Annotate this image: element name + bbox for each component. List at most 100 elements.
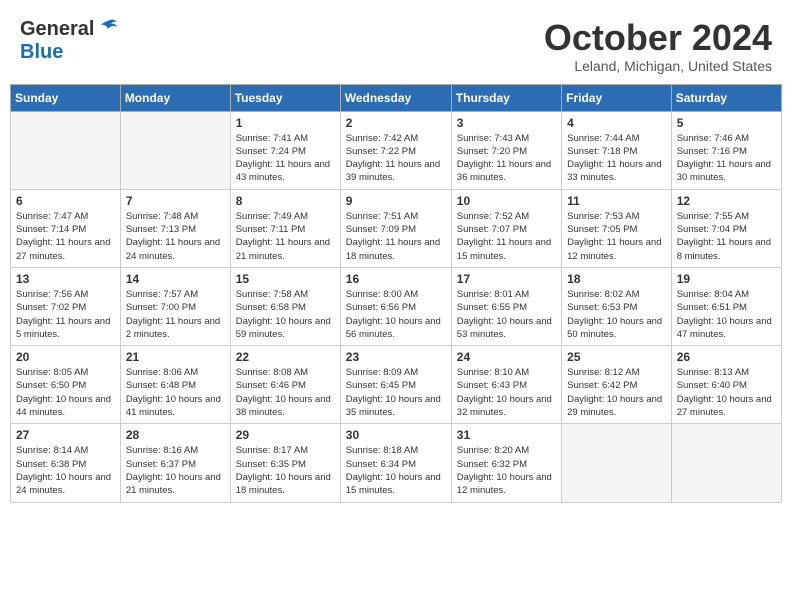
calendar-day-cell: 22 Sunrise: 8:08 AM Sunset: 6:46 PM Dayli…	[230, 346, 340, 424]
day-info: Sunrise: 8:17 AM Sunset: 6:35 PM Dayligh…	[236, 444, 335, 497]
weekday-header: Monday	[120, 84, 230, 111]
day-info: Sunrise: 7:44 AM Sunset: 7:18 PM Dayligh…	[567, 132, 666, 185]
day-number: 26	[677, 350, 776, 364]
day-info: Sunrise: 7:48 AM Sunset: 7:13 PM Dayligh…	[126, 210, 225, 263]
day-number: 30	[346, 428, 446, 442]
day-info: Sunrise: 8:02 AM Sunset: 6:53 PM Dayligh…	[567, 288, 666, 341]
logo: General Blue	[20, 18, 119, 64]
logo-blue-text: Blue	[20, 41, 63, 64]
day-info: Sunrise: 8:16 AM Sunset: 6:37 PM Dayligh…	[126, 444, 225, 497]
day-number: 12	[677, 194, 776, 208]
day-number: 25	[567, 350, 666, 364]
calendar-day-cell: 14 Sunrise: 7:57 AM Sunset: 7:00 PM Dayli…	[120, 267, 230, 345]
logo-bird-icon	[97, 17, 119, 39]
day-info: Sunrise: 8:13 AM Sunset: 6:40 PM Dayligh…	[677, 366, 776, 419]
weekday-header: Wednesday	[340, 84, 451, 111]
day-number: 14	[126, 272, 225, 286]
day-number: 22	[236, 350, 335, 364]
calendar-day-cell	[671, 424, 781, 502]
page-header: General Blue October 2024 Leland, Michig…	[10, 10, 782, 78]
calendar-day-cell: 30Sunrise: 8:18 AM Sunset: 6:34 PM Dayli…	[340, 424, 451, 502]
day-number: 3	[457, 116, 556, 130]
calendar-day-cell: 9Sunrise: 7:51 AM Sunset: 7:09 PM Daylig…	[340, 189, 451, 267]
calendar-day-cell	[562, 424, 672, 502]
day-number: 23	[346, 350, 446, 364]
day-info: Sunrise: 8:06 AM Sunset: 6:48 PM Dayligh…	[126, 366, 225, 419]
day-number: 16	[346, 272, 446, 286]
day-number: 7	[126, 194, 225, 208]
day-info: Sunrise: 7:46 AM Sunset: 7:16 PM Dayligh…	[677, 132, 776, 185]
calendar-day-cell: 29Sunrise: 8:17 AM Sunset: 6:35 PM Dayli…	[230, 424, 340, 502]
calendar-day-cell: 21 Sunrise: 8:06 AM Sunset: 6:48 PM Dayli…	[120, 346, 230, 424]
calendar-day-cell: 7 Sunrise: 7:48 AM Sunset: 7:13 PM Daylig…	[120, 189, 230, 267]
calendar-day-cell: 5 Sunrise: 7:46 AM Sunset: 7:16 PM Daylig…	[671, 111, 781, 189]
calendar-day-cell: 26 Sunrise: 8:13 AM Sunset: 6:40 PM Dayli…	[671, 346, 781, 424]
day-number: 18	[567, 272, 666, 286]
calendar-day-cell: 28 Sunrise: 8:16 AM Sunset: 6:37 PM Dayli…	[120, 424, 230, 502]
calendar-week-row: 27 Sunrise: 8:14 AM Sunset: 6:38 PM Dayli…	[11, 424, 782, 502]
calendar-day-cell: 10Sunrise: 7:52 AM Sunset: 7:07 PM Dayli…	[451, 189, 561, 267]
weekday-header: Saturday	[671, 84, 781, 111]
calendar-table: SundayMondayTuesdayWednesdayThursdayFrid…	[10, 84, 782, 503]
day-number: 5	[677, 116, 776, 130]
day-info: Sunrise: 7:53 AM Sunset: 7:05 PM Dayligh…	[567, 210, 666, 263]
calendar-day-cell: 4 Sunrise: 7:44 AM Sunset: 7:18 PM Daylig…	[562, 111, 672, 189]
calendar-day-cell: 20 Sunrise: 8:05 AM Sunset: 6:50 PM Dayli…	[11, 346, 121, 424]
day-number: 1	[236, 116, 335, 130]
calendar-day-cell	[11, 111, 121, 189]
weekday-header: Thursday	[451, 84, 561, 111]
day-info: Sunrise: 8:14 AM Sunset: 6:38 PM Dayligh…	[16, 444, 115, 497]
calendar-day-cell: 8 Sunrise: 7:49 AM Sunset: 7:11 PM Daylig…	[230, 189, 340, 267]
day-number: 10	[457, 194, 556, 208]
day-number: 28	[126, 428, 225, 442]
day-number: 15	[236, 272, 335, 286]
calendar-day-cell: 17Sunrise: 8:01 AM Sunset: 6:55 PM Dayli…	[451, 267, 561, 345]
calendar-day-cell: 23 Sunrise: 8:09 AM Sunset: 6:45 PM Dayli…	[340, 346, 451, 424]
weekday-header: Friday	[562, 84, 672, 111]
day-number: 20	[16, 350, 115, 364]
day-info: Sunrise: 7:57 AM Sunset: 7:00 PM Dayligh…	[126, 288, 225, 341]
calendar-day-cell: 3Sunrise: 7:43 AM Sunset: 7:20 PM Daylig…	[451, 111, 561, 189]
calendar-week-row: 13Sunrise: 7:56 AM Sunset: 7:02 PM Dayli…	[11, 267, 782, 345]
weekday-header: Sunday	[11, 84, 121, 111]
day-info: Sunrise: 8:10 AM Sunset: 6:43 PM Dayligh…	[457, 366, 556, 419]
day-number: 8	[236, 194, 335, 208]
calendar-day-cell: 11 Sunrise: 7:53 AM Sunset: 7:05 PM Dayli…	[562, 189, 672, 267]
calendar-day-cell: 18 Sunrise: 8:02 AM Sunset: 6:53 PM Dayli…	[562, 267, 672, 345]
day-number: 21	[126, 350, 225, 364]
calendar-week-row: 6Sunrise: 7:47 AM Sunset: 7:14 PM Daylig…	[11, 189, 782, 267]
day-info: Sunrise: 8:05 AM Sunset: 6:50 PM Dayligh…	[16, 366, 115, 419]
calendar-week-row: 1 Sunrise: 7:41 AM Sunset: 7:24 PM Daylig…	[11, 111, 782, 189]
day-number: 2	[346, 116, 446, 130]
day-info: Sunrise: 8:00 AM Sunset: 6:56 PM Dayligh…	[346, 288, 446, 341]
calendar-day-cell: 16 Sunrise: 8:00 AM Sunset: 6:56 PM Dayli…	[340, 267, 451, 345]
day-info: Sunrise: 8:20 AM Sunset: 6:32 PM Dayligh…	[457, 444, 556, 497]
day-number: 19	[677, 272, 776, 286]
day-number: 9	[346, 194, 446, 208]
day-info: Sunrise: 8:12 AM Sunset: 6:42 PM Dayligh…	[567, 366, 666, 419]
calendar-day-cell: 1 Sunrise: 7:41 AM Sunset: 7:24 PM Daylig…	[230, 111, 340, 189]
location-title: Leland, Michigan, United States	[544, 58, 772, 74]
day-number: 27	[16, 428, 115, 442]
weekday-header: Tuesday	[230, 84, 340, 111]
day-info: Sunrise: 7:41 AM Sunset: 7:24 PM Dayligh…	[236, 132, 335, 185]
logo-general-text: General	[20, 18, 94, 41]
calendar-day-cell	[120, 111, 230, 189]
calendar-day-cell: 31 Sunrise: 8:20 AM Sunset: 6:32 PM Dayli…	[451, 424, 561, 502]
day-info: Sunrise: 8:04 AM Sunset: 6:51 PM Dayligh…	[677, 288, 776, 341]
calendar-day-cell: 24 Sunrise: 8:10 AM Sunset: 6:43 PM Dayli…	[451, 346, 561, 424]
calendar-day-cell: 15 Sunrise: 7:58 AM Sunset: 6:58 PM Dayli…	[230, 267, 340, 345]
day-info: Sunrise: 7:58 AM Sunset: 6:58 PM Dayligh…	[236, 288, 335, 341]
day-info: Sunrise: 8:09 AM Sunset: 6:45 PM Dayligh…	[346, 366, 446, 419]
day-info: Sunrise: 7:56 AM Sunset: 7:02 PM Dayligh…	[16, 288, 115, 341]
day-number: 31	[457, 428, 556, 442]
day-info: Sunrise: 7:49 AM Sunset: 7:11 PM Dayligh…	[236, 210, 335, 263]
day-number: 4	[567, 116, 666, 130]
day-number: 11	[567, 194, 666, 208]
day-number: 24	[457, 350, 556, 364]
day-number: 6	[16, 194, 115, 208]
calendar-day-cell: 25 Sunrise: 8:12 AM Sunset: 6:42 PM Dayli…	[562, 346, 672, 424]
day-info: Sunrise: 8:08 AM Sunset: 6:46 PM Dayligh…	[236, 366, 335, 419]
month-title: October 2024	[544, 18, 772, 58]
calendar-week-row: 20 Sunrise: 8:05 AM Sunset: 6:50 PM Dayli…	[11, 346, 782, 424]
